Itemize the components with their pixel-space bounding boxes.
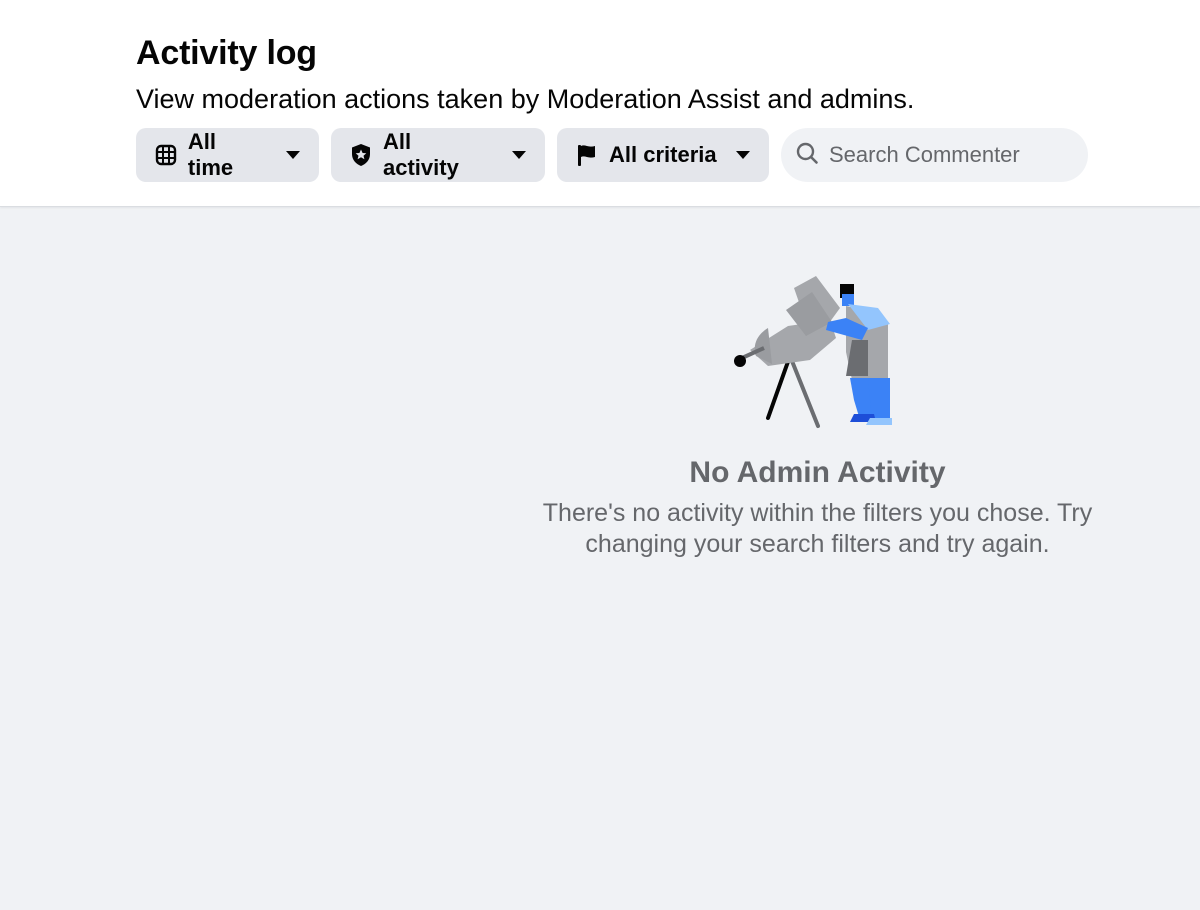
search-commenter-field[interactable] [781, 128, 1088, 182]
empty-state-title: No Admin Activity [689, 456, 946, 489]
filter-time-dropdown[interactable]: All time [136, 128, 319, 182]
calendar-icon [154, 143, 178, 167]
chevron-down-icon [285, 147, 301, 163]
filter-activity-label: All activity [383, 129, 459, 180]
filter-time-label: All time [187, 129, 234, 180]
search-commenter-input[interactable] [829, 142, 1069, 168]
search-icon [795, 141, 819, 170]
shield-star-icon [349, 143, 373, 167]
empty-state-description: There's no activity within the filters y… [542, 499, 1093, 558]
filter-criteria-dropdown[interactable]: All criteria [557, 128, 769, 182]
page-title: Activity log [136, 34, 317, 72]
person-with-telescope-illustration [728, 268, 908, 433]
chevron-down-icon [511, 147, 527, 163]
filter-activity-dropdown[interactable]: All activity [331, 128, 545, 182]
filter-criteria-label: All criteria [609, 142, 717, 167]
flag-icon [575, 143, 599, 167]
activity-log-header: Activity log View moderation actions tak… [0, 0, 1200, 207]
chevron-down-icon [735, 147, 751, 163]
page-subtitle: View moderation actions taken by Moderat… [136, 84, 915, 114]
